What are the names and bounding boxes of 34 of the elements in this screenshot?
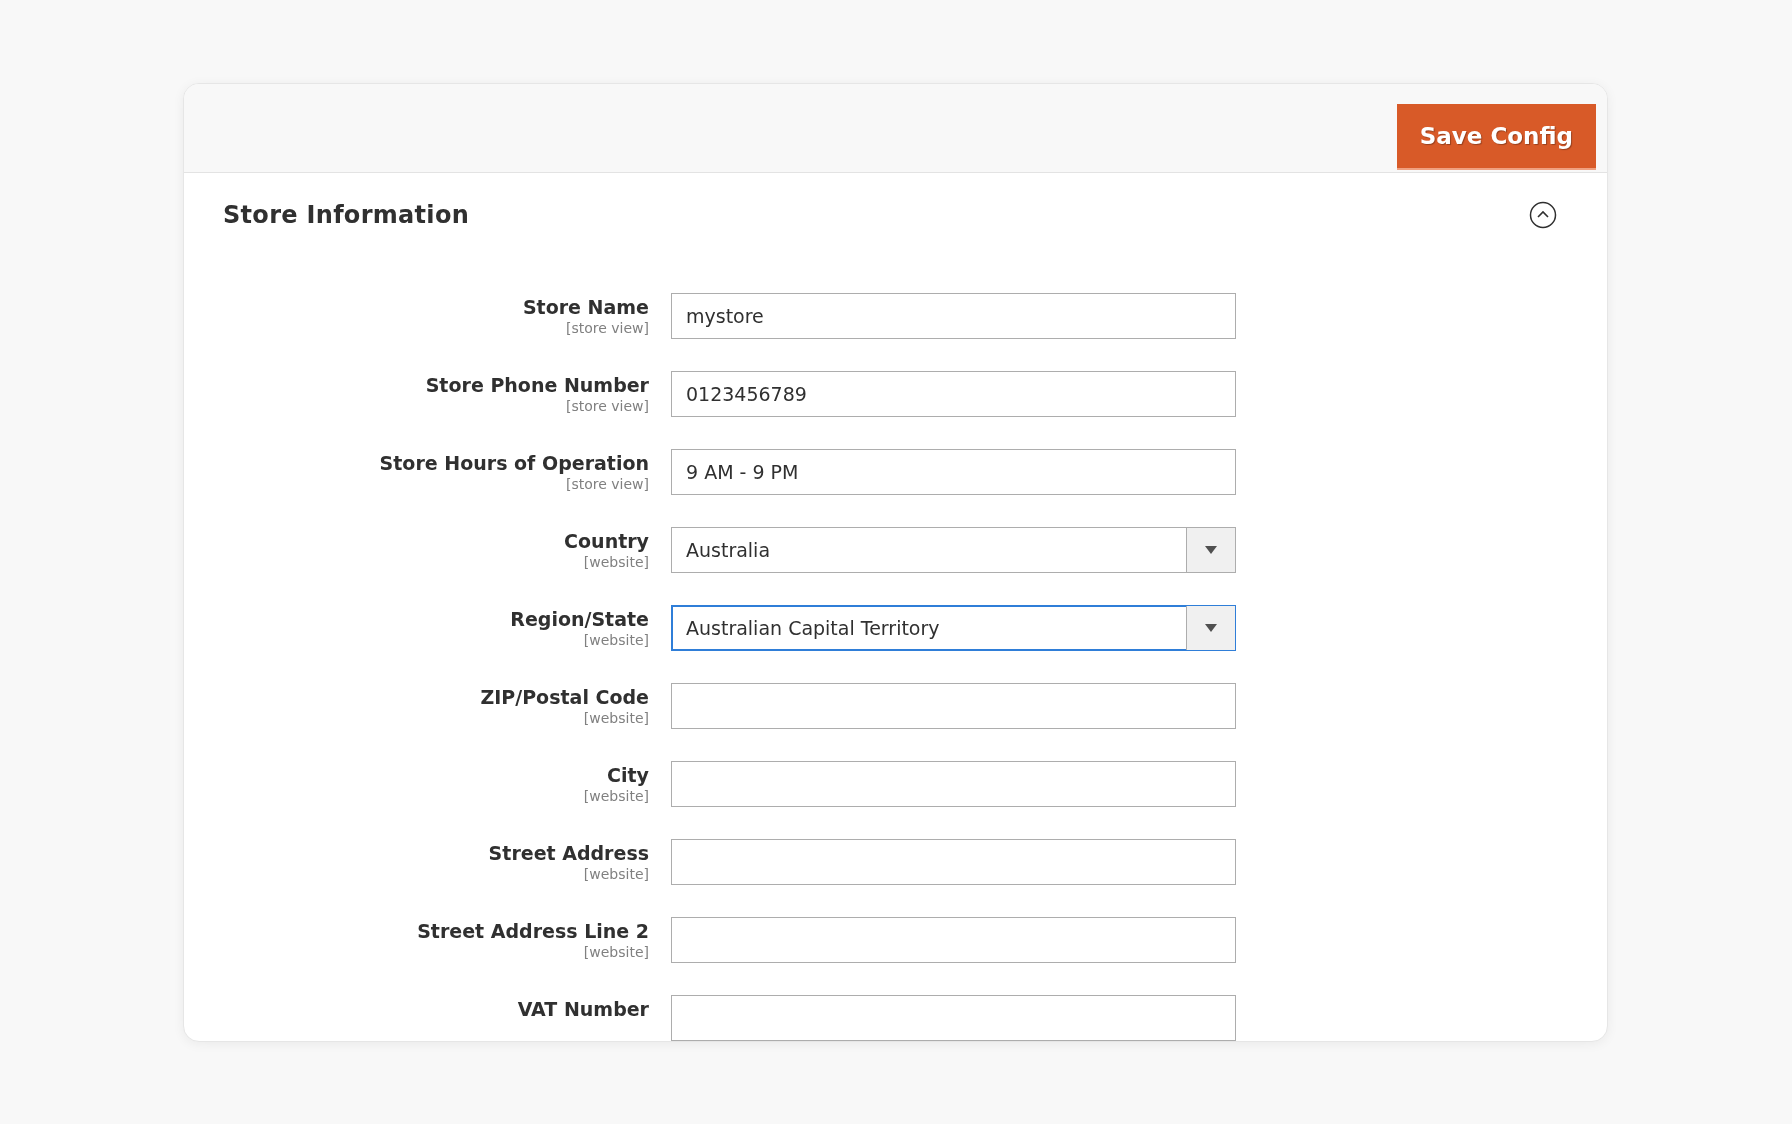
field-label: Country [564,529,649,552]
text-field[interactable] [671,761,1236,807]
text-field[interactable] [671,683,1236,729]
field-label: ZIP/Postal Code [480,685,649,708]
text-field[interactable] [671,917,1236,963]
text-field[interactable]: 9 AM - 9 PM [671,449,1236,495]
scope-label: [website] [583,788,649,804]
field-label: VAT Number [517,997,649,1020]
select-field[interactable]: Australian Capital Territory [671,605,1236,651]
scope-label: [website] [583,554,649,570]
scope-label: [store view] [565,476,649,492]
save-config-button[interactable]: Save Config [1396,104,1596,170]
field-label: Store Hours of Operation [379,451,649,474]
select-field[interactable]: Australia [671,527,1236,573]
field-label: Street Address [488,841,649,864]
text-field[interactable]: 0123456789 [671,371,1236,417]
scope-label: [store view] [565,398,649,414]
caret-icon [1205,624,1217,632]
caret-icon [1205,546,1217,554]
section-title: Store Information [223,201,470,229]
scope-label: [store view] [565,320,649,336]
scope-label: [website] [583,866,649,882]
collapse-icon[interactable] [1529,201,1557,229]
field-label: Street Address Line 2 [417,919,649,942]
scope-label: [website] [583,944,649,960]
scope-label: [website] [583,710,649,726]
text-field[interactable] [671,839,1236,885]
field-label: Store Phone Number [425,373,649,396]
scope-label: [website] [583,632,649,648]
field-label: Region/State [510,607,649,630]
field-label: City [607,763,649,786]
field-label: Store Name [522,295,649,318]
text-field[interactable] [671,995,1236,1041]
text-field[interactable]: mystore [671,293,1236,339]
